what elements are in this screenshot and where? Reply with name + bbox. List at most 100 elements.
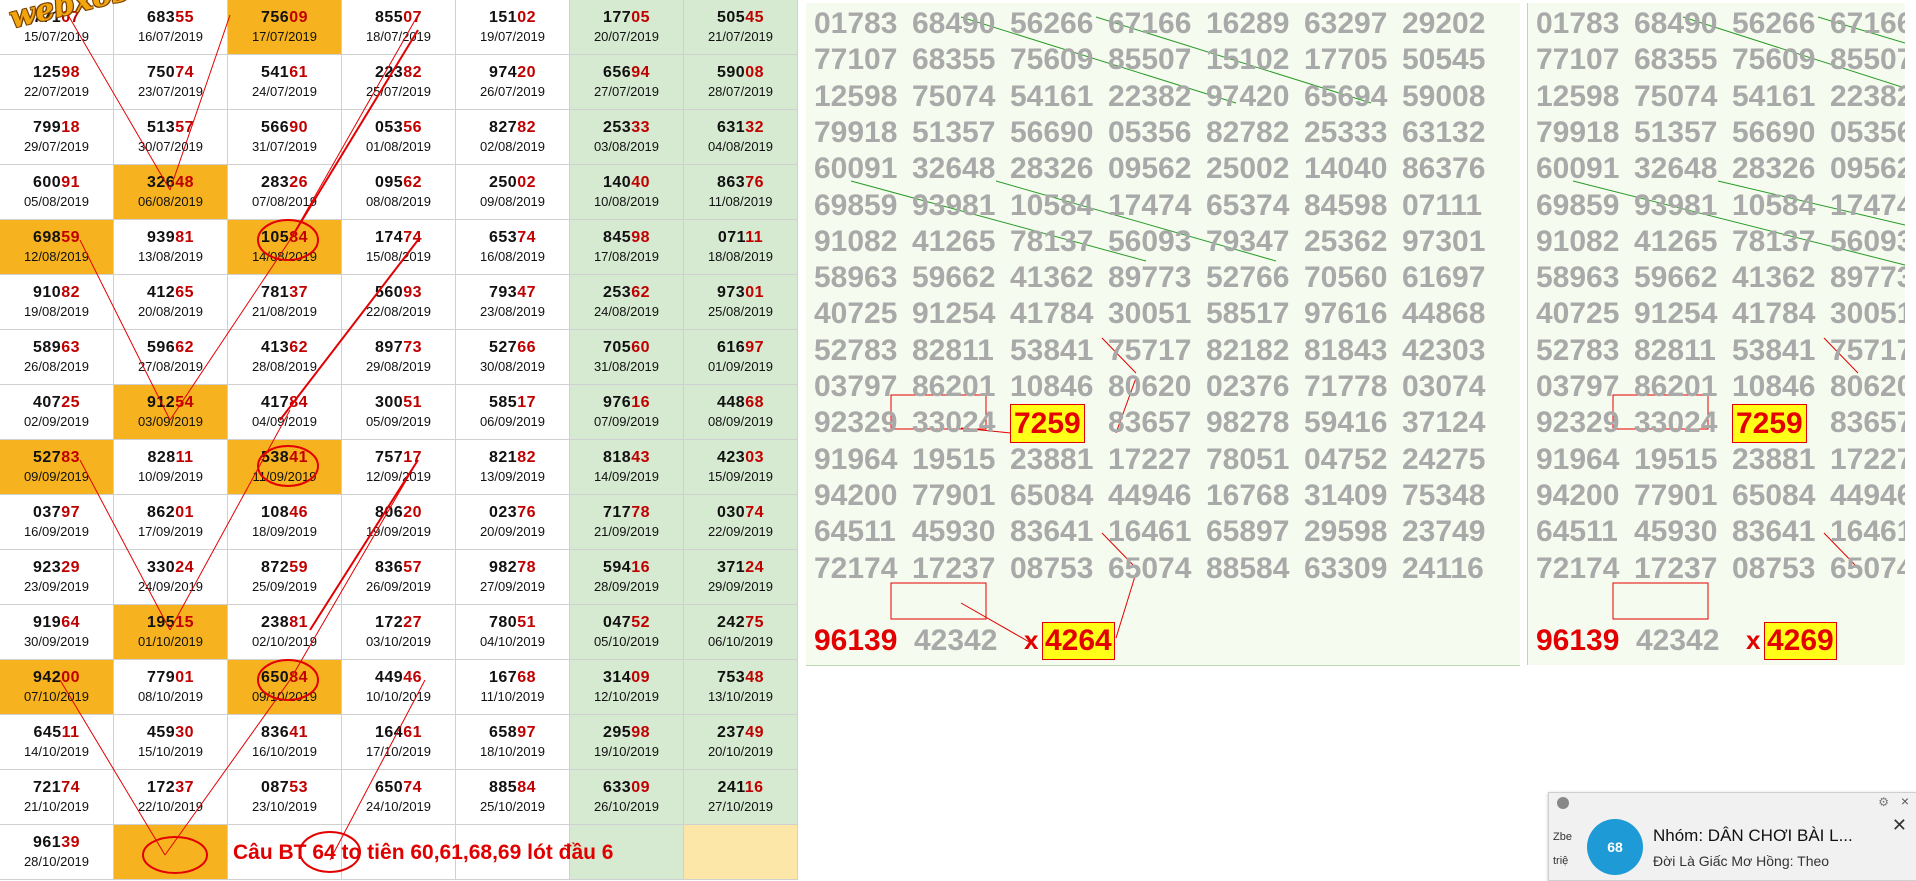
number-group: 29202 — [1402, 7, 1486, 40]
number-group: 40725 — [814, 297, 898, 331]
number-group: 56690 — [1010, 115, 1094, 149]
number-group: 10584 — [1732, 188, 1816, 222]
panel-b-last-a: 96139 — [1536, 624, 1620, 657]
number-group: 59416 — [1304, 406, 1388, 440]
number-group: 80620 — [1830, 370, 1905, 403]
number-group: 04752 — [1304, 442, 1388, 476]
number-group: 77107 — [1536, 43, 1620, 77]
analysis-panel-main: 01783 68490 56266 67166 16289 63297 29202 77107… — [806, 3, 1520, 666]
number-group: 56266 — [1010, 7, 1094, 40]
number-group: 75609 — [1010, 43, 1094, 77]
number-group: 01783 — [1536, 7, 1620, 40]
number-group: 03797 — [1536, 370, 1620, 403]
chat-notification[interactable]: ⚙ × Zbe triệ 68 Nhóm: DÂN CHƠI BÀI L... … — [1548, 792, 1916, 881]
number-group: 24116 — [1402, 551, 1484, 585]
notification-side-label: triệ — [1553, 855, 1569, 867]
notification-close-button[interactable]: ✕ — [1892, 815, 1907, 836]
number-group: 77901 — [912, 478, 996, 512]
number-group: 65694 — [1304, 79, 1388, 113]
panel-b-x-mark: x — [1746, 625, 1761, 655]
number-group: 31409 — [1304, 478, 1388, 512]
number-group: 01783 — [814, 7, 898, 40]
close-icon[interactable]: × — [1901, 793, 1909, 809]
number-group: 41784 — [1010, 297, 1094, 331]
notification-topbar: ⚙ × — [1549, 793, 1916, 811]
number-group: 83641 — [1010, 515, 1094, 549]
number-group: 29598 — [1304, 515, 1388, 549]
number-group: 25362 — [1304, 224, 1388, 258]
number-group: 79347 — [1206, 224, 1290, 258]
number-group: 75717 — [1108, 333, 1192, 367]
number-group: 61697 — [1402, 261, 1486, 295]
number-group: 64511 — [814, 515, 896, 549]
number-group: 33024 — [1634, 406, 1718, 440]
number-group: 41362 — [1010, 261, 1094, 295]
number-group: 67166 — [1830, 7, 1905, 40]
number-group: 97616 — [1304, 297, 1388, 331]
number-group: 91082 — [1536, 224, 1620, 258]
number-group: 51357 — [912, 115, 996, 149]
number-group: 56690 — [1732, 115, 1816, 149]
number-group: 89773 — [1108, 261, 1192, 295]
number-group: 10584 — [1010, 188, 1094, 222]
number-group: 56266 — [1732, 7, 1816, 40]
number-group: 03074 — [1402, 370, 1486, 403]
number-group: 82811 — [1634, 333, 1716, 367]
number-group: 23881 — [1010, 442, 1094, 476]
number-group: 75074 — [912, 79, 996, 113]
panel-a-prediction: 4264 — [1042, 622, 1115, 660]
number-group: 32648 — [912, 152, 996, 186]
number-group: 91964 — [1536, 442, 1620, 476]
number-group: 52766 — [1206, 261, 1290, 295]
group-avatar: 68 — [1587, 819, 1643, 875]
number-group: 75717 — [1830, 333, 1905, 367]
number-group: 58517 — [1206, 297, 1290, 331]
number-group: 24275 — [1402, 442, 1486, 476]
number-group: 40725 — [1536, 297, 1620, 331]
number-group: 17474 — [1830, 188, 1905, 222]
number-group: 53841 — [1010, 333, 1094, 367]
annotation-lines — [59, 14, 426, 874]
number-group: 25002 — [1206, 152, 1290, 186]
number-group: 92329 — [1536, 406, 1620, 440]
number-group: 45930 — [912, 515, 996, 549]
number-group: 77107 — [814, 43, 898, 77]
number-group: 78137 — [1010, 224, 1094, 258]
number-group: 17474 — [1108, 188, 1192, 222]
number-group: 63297 — [1304, 7, 1388, 40]
number-group: 44946 — [1830, 478, 1905, 512]
number-group: 83657 — [1108, 406, 1192, 440]
number-group: 84598 — [1304, 188, 1388, 222]
number-group: 54161 — [1732, 79, 1816, 113]
number-group: 28326 — [1732, 152, 1816, 186]
number-group: 44946 — [1108, 478, 1192, 512]
number-group: 64511 — [1536, 515, 1618, 549]
number-group: 98278 — [1206, 406, 1290, 440]
number-group: 44868 — [1402, 297, 1486, 331]
gear-icon[interactable]: ⚙ — [1878, 795, 1889, 809]
number-group: 70560 — [1304, 261, 1388, 295]
number-group: 10846 — [1732, 370, 1816, 403]
number-group: 72174 — [814, 551, 898, 585]
number-group: 68490 — [1634, 7, 1718, 40]
number-group: 32648 — [1634, 152, 1718, 186]
number-group: 83641 — [1732, 515, 1816, 549]
number-group: 05356 — [1108, 115, 1192, 149]
number-group: 89773 — [1830, 261, 1905, 295]
number-group: 23881 — [1732, 442, 1816, 476]
number-group: 93981 — [912, 188, 996, 222]
number-group: 56093 — [1108, 224, 1192, 258]
number-group: 82811 — [912, 333, 994, 367]
number-group: 22382 — [1108, 79, 1192, 113]
number-group: 91082 — [814, 224, 898, 258]
number-group: 86201 — [1634, 370, 1718, 403]
number-group: 75348 — [1402, 478, 1486, 512]
number-group: 52783 — [1536, 333, 1620, 367]
number-group: 16461 — [1830, 515, 1905, 549]
number-group: 65897 — [1206, 515, 1290, 549]
number-group: 17705 — [1304, 43, 1388, 77]
number-group: 68490 — [912, 7, 996, 40]
number-group: 75074 — [1634, 79, 1718, 113]
number-group: 17237 — [1634, 551, 1718, 585]
number-group: 16289 — [1206, 7, 1290, 40]
